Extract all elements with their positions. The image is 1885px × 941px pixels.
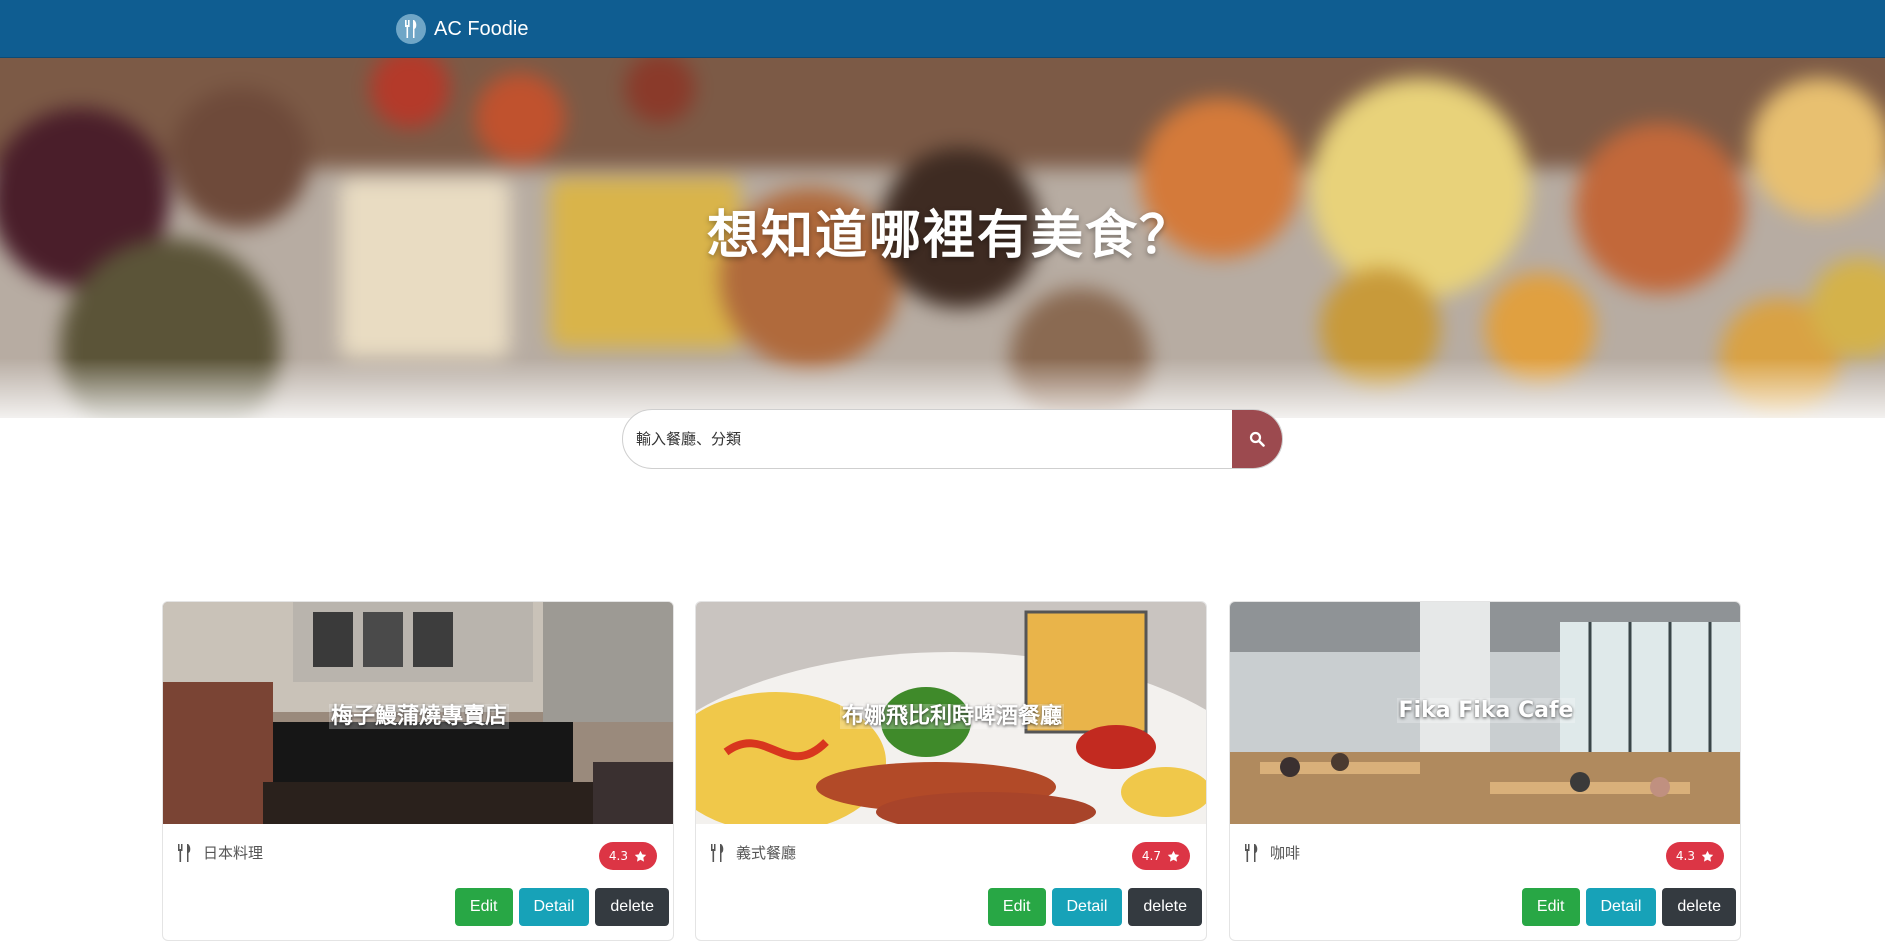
detail-button[interactable]: Detail bbox=[1585, 888, 1657, 926]
utensils-icon bbox=[178, 843, 191, 862]
edit-button[interactable]: Edit bbox=[454, 888, 513, 926]
delete-button[interactable]: delete bbox=[595, 888, 669, 926]
star-icon bbox=[1701, 850, 1714, 862]
detail-button[interactable]: Detail bbox=[1051, 888, 1123, 926]
star-icon bbox=[634, 850, 647, 862]
restaurant-photo[interactable]: 布娜飛比利時啤酒餐廳 bbox=[696, 602, 1206, 824]
restaurant-card[interactable]: Fika Fika Cafe 咖啡 4.3 Edit Detail delete bbox=[1229, 601, 1741, 941]
delete-button[interactable]: delete bbox=[1662, 888, 1736, 926]
delete-button[interactable]: delete bbox=[1128, 888, 1202, 926]
restaurant-name: Fika Fika Cafe bbox=[1396, 698, 1576, 723]
hero-banner: 想知道哪裡有美食？ bbox=[0, 58, 1885, 418]
navbar: AC Foodie bbox=[0, 0, 1885, 58]
hero-title: 想知道哪裡有美食？ bbox=[706, 206, 1193, 266]
restaurant-photo[interactable]: Fika Fika Cafe bbox=[1230, 602, 1740, 824]
rating-badge: 4.7 bbox=[1131, 842, 1190, 870]
restaurant-category: 咖啡 bbox=[1270, 844, 1301, 862]
star-icon bbox=[1167, 850, 1180, 862]
search-bar bbox=[622, 409, 1283, 469]
brand-link[interactable]: AC Foodie bbox=[396, 14, 529, 44]
restaurant-card[interactable]: 梅子鰻蒲燒專賣店 日本料理 4.3 Edit Detail delete bbox=[162, 601, 674, 941]
detail-button[interactable]: Detail bbox=[518, 888, 590, 926]
edit-button[interactable]: Edit bbox=[1521, 888, 1580, 926]
rating-value: 4.3 bbox=[1675, 849, 1695, 863]
restaurant-category: 日本料理 bbox=[203, 844, 264, 862]
restaurant-category: 義式餐廳 bbox=[736, 844, 797, 862]
restaurant-name: 布娜飛比利時啤酒餐廳 bbox=[839, 704, 1064, 729]
restaurant-name: 梅子鰻蒲燒專賣店 bbox=[328, 704, 509, 729]
utensils-icon bbox=[1245, 843, 1258, 862]
rating-badge: 4.3 bbox=[598, 842, 657, 870]
search-button[interactable] bbox=[1232, 410, 1282, 468]
search-icon bbox=[1249, 431, 1265, 447]
rating-badge: 4.3 bbox=[1665, 842, 1724, 870]
rating-value: 4.7 bbox=[1141, 849, 1161, 863]
utensils-icon bbox=[396, 14, 426, 44]
utensils-icon bbox=[711, 843, 724, 862]
edit-button[interactable]: Edit bbox=[987, 888, 1046, 926]
restaurant-card[interactable]: 布娜飛比利時啤酒餐廳 義式餐廳 4.7 Edit Detail delete bbox=[695, 601, 1207, 941]
rating-value: 4.3 bbox=[608, 849, 628, 863]
restaurant-photo[interactable]: 梅子鰻蒲燒專賣店 bbox=[163, 602, 673, 824]
brand-name: AC Foodie bbox=[434, 17, 529, 40]
search-input[interactable] bbox=[623, 410, 1233, 468]
